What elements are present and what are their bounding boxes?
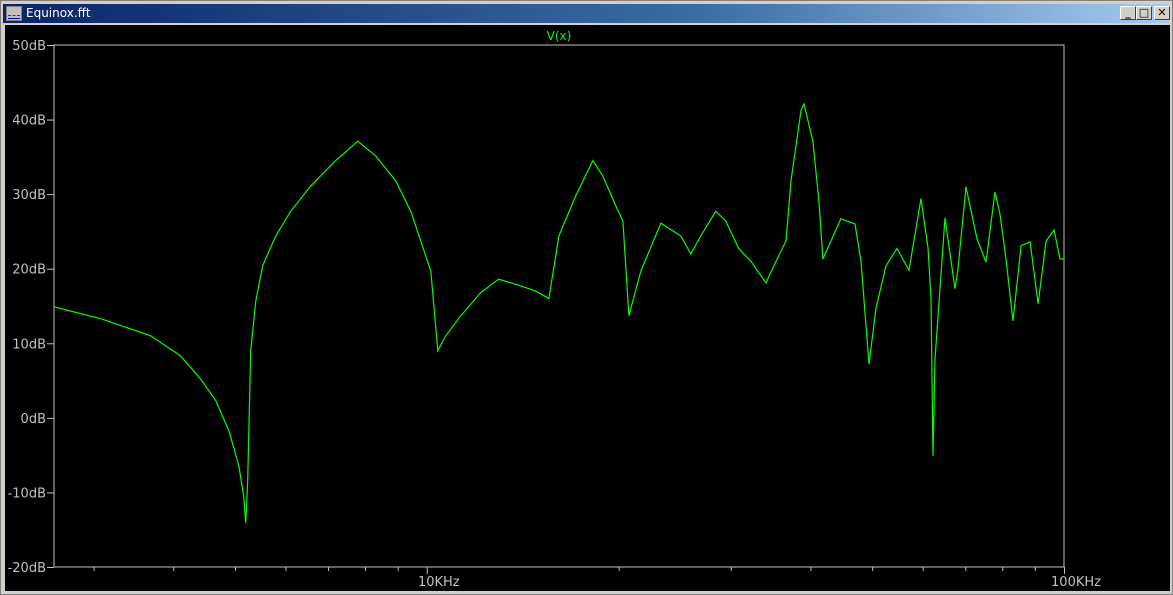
- fft-chart: 50dB 40dB 30dB 20dB 10dB 0dB -10dB -20dB 10KHz 10…: [8, 29, 1102, 590]
- y-tick-label: -20dB: [8, 561, 46, 576]
- y-tick-label: 0dB: [21, 412, 46, 427]
- close-button[interactable]: ✕: [1154, 6, 1170, 20]
- x-tick-label: 100KHz: [1051, 575, 1101, 590]
- title-bar[interactable]: Equinox.fft _ □ ✕: [3, 4, 1170, 23]
- y-tick-label: 10dB: [12, 337, 46, 352]
- y-tick-label: -10dB: [8, 486, 46, 501]
- x-tick-label: 10KHz: [418, 575, 460, 590]
- y-tick-label: 50dB: [12, 39, 46, 54]
- minimize-button[interactable]: _: [1120, 6, 1136, 20]
- trace-title: V(x): [547, 29, 572, 43]
- maximize-button[interactable]: □: [1136, 6, 1152, 20]
- window-title: Equinox.fft: [26, 6, 91, 20]
- y-tick-label: 30dB: [12, 188, 46, 203]
- y-tick-label: 40dB: [12, 114, 46, 129]
- plot-frame: [53, 44, 1065, 568]
- fft-window: Equinox.fft _ □ ✕ 50dB 40dB 30dB 20dB 10dB 0d…: [0, 0, 1173, 595]
- y-tick-label: 20dB: [12, 263, 46, 278]
- waveform-app-icon: [6, 6, 22, 21]
- series-line-vx: [53, 102, 1064, 524]
- plot-pane[interactable]: 50dB 40dB 30dB 20dB 10dB 0dB -10dB -20dB 10KHz 10…: [5, 25, 1170, 591]
